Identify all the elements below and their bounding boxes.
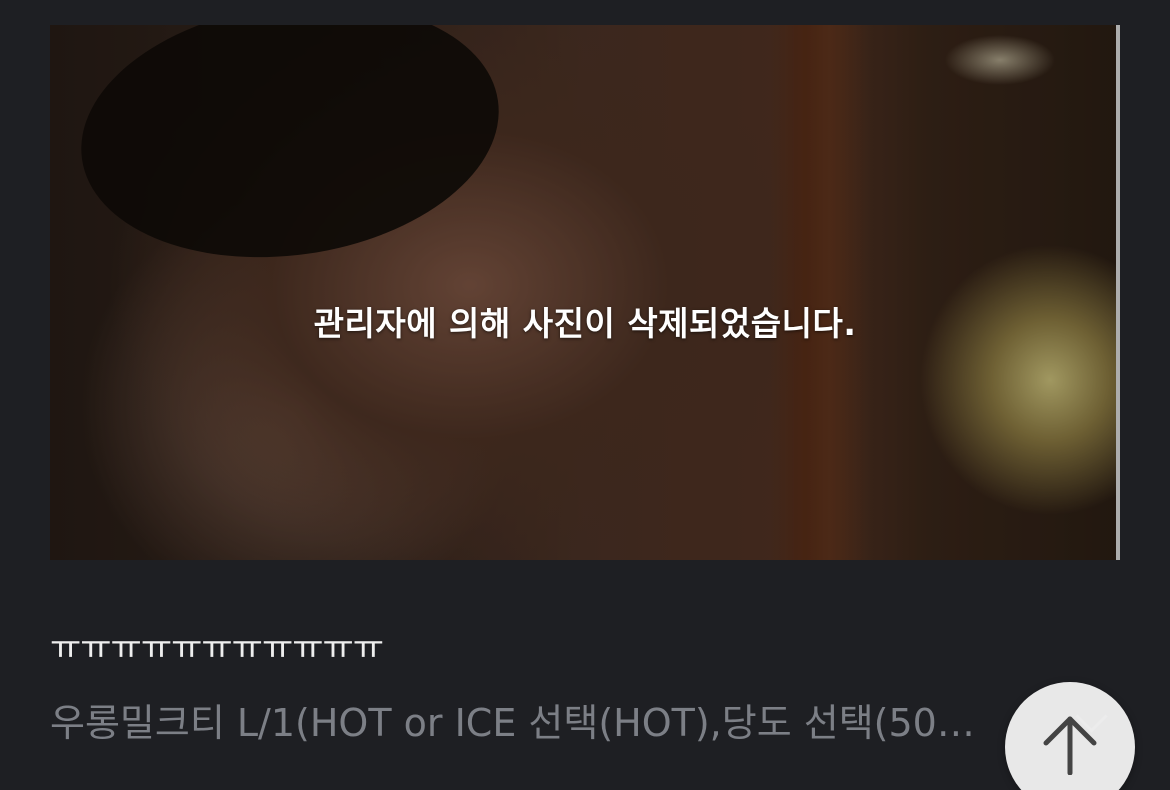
image-dim-overlay — [50, 25, 1120, 560]
image-deleted-notice: 관리자에 의해 사진이 삭제되었습니다. — [313, 304, 857, 343]
arrow-up-icon — [1043, 716, 1097, 775]
order-menu-summary[interactable]: 우롱밀크티 L/1(HOT or ICE 선택(HOT),당도 선택(50… — [50, 692, 1035, 747]
post-view: 관리자에 의해 사진이 삭제되었습니다. ㅠㅠㅠㅠㅠㅠㅠㅠㅠㅠㅠ 우롱밀크티 L… — [0, 0, 1170, 790]
post-title: ㅠㅠㅠㅠㅠㅠㅠㅠㅠㅠㅠ — [50, 628, 384, 668]
post-image-card[interactable]: 관리자에 의해 사진이 삭제되었습니다. — [50, 25, 1120, 560]
